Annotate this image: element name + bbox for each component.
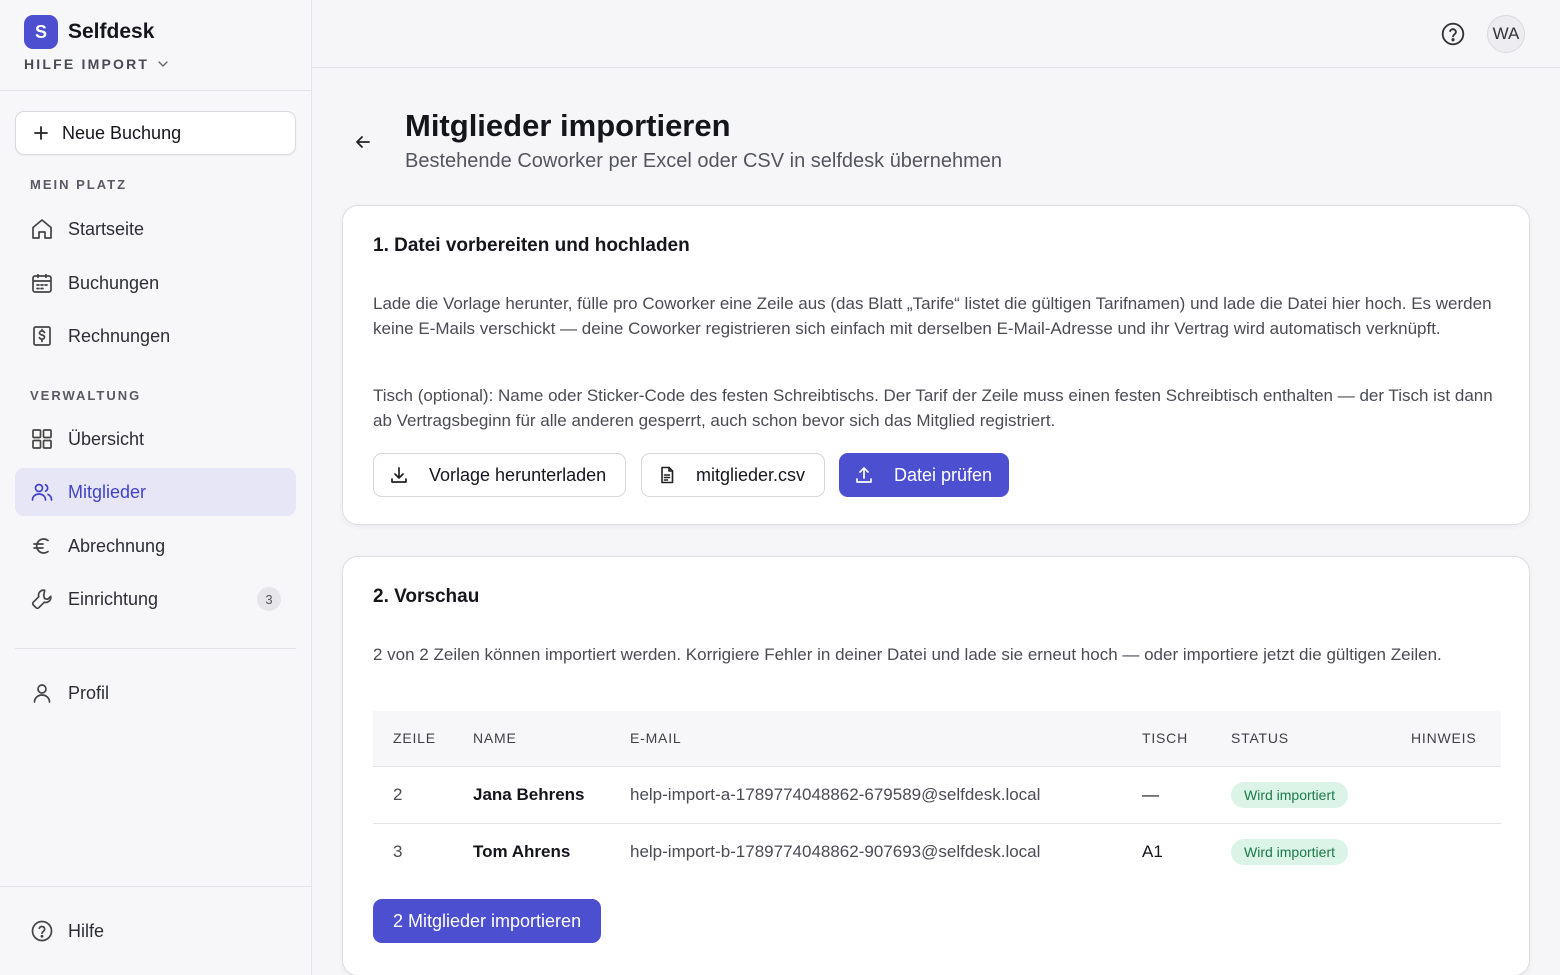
table-row: 2 Jana Behrens help-import-a-17897740488… (373, 765, 1501, 823)
sidebar-item-label: Hilfe (68, 920, 105, 941)
wrench-icon (31, 589, 52, 610)
sidebar-item-einrichtung[interactable]: Einrichtung 3 (15, 575, 296, 623)
column-header-desk: TISCH (1142, 730, 1188, 747)
check-file-button[interactable]: Datei prüfen (839, 453, 1009, 497)
chevron-down-icon (158, 61, 168, 67)
upload-instructions: Lade die Vorlage herunter, fülle pro Cow… (373, 294, 1492, 338)
status-badge: Wird importiert (1231, 838, 1349, 865)
sidebar-item-hilfe[interactable]: Hilfe (15, 907, 296, 955)
count-badge: 3 (257, 587, 281, 611)
user-icon (33, 684, 51, 703)
sidebar: S Selfdesk HILFE IMPORT Neue Buchung MEI… (0, 0, 312, 975)
sidebar-item-label: Buchungen (68, 272, 160, 293)
invoice-icon (33, 326, 51, 346)
member-name: Tom Ahrens (453, 822, 610, 880)
calendar-icon (32, 274, 52, 293)
preview-card-title: 2. Vorschau (373, 586, 480, 607)
member-note (1391, 765, 1501, 823)
sidebar-item-rechnungen[interactable]: Rechnungen (15, 312, 296, 360)
help-icon[interactable] (1440, 21, 1466, 47)
status-cell: Wird importiert (1211, 822, 1391, 880)
member-desk: A1 (1122, 822, 1211, 880)
preview-table: ZEILE NAME E-MAIL TISCH STATUS HINWEIS 2… (373, 711, 1501, 880)
sidebar-item-label: Abrechnung (68, 535, 166, 556)
sidebar-divider (15, 648, 296, 649)
sidebar-item-mitglieder[interactable]: Mitglieder (15, 468, 296, 516)
new-booking-button[interactable]: Neue Buchung (15, 111, 296, 155)
new-booking-label: Neue Buchung (62, 122, 182, 143)
column-header-name: NAME (473, 730, 517, 747)
euro-icon (33, 538, 49, 554)
sidebar-item-startseite[interactable]: Startseite (15, 205, 296, 253)
sidebar-item-buchungen[interactable]: Buchungen (15, 259, 296, 307)
column-header-status: STATUS (1231, 730, 1289, 747)
table-header-row: ZEILE NAME E-MAIL TISCH STATUS HINWEIS (373, 711, 1501, 766)
upload-icon (856, 467, 872, 483)
preview-card: 2. Vorschau 2 von 2 Zeilen können import… (342, 556, 1530, 975)
workspace-switcher[interactable]: HILFE IMPORT (24, 56, 169, 72)
member-desk: — (1122, 765, 1211, 823)
home-icon (32, 219, 52, 239)
member-note (1391, 822, 1501, 880)
member-email: help-import-a-1789774048862-679589@selfd… (610, 765, 1122, 823)
member-name: Jana Behrens (453, 765, 610, 823)
section-label-admin: VERWALTUNG (30, 388, 142, 403)
download-template-button[interactable]: Vorlage herunterladen (373, 453, 626, 497)
table-row: 3 Tom Ahrens help-import-b-1789774048862… (373, 822, 1501, 880)
status-cell: Wird importiert (1211, 765, 1391, 823)
users-icon (31, 483, 53, 501)
sidebar-item-label: Rechnungen (68, 325, 171, 346)
member-email: help-import-b-1789774048862-907693@selfd… (610, 822, 1122, 880)
desk-instructions: Tisch (optional): Name oder Sticker-Code… (373, 386, 1493, 430)
row-number: 2 (373, 765, 453, 823)
sidebar-item-label: Übersicht (68, 428, 145, 449)
brand-name: Selfdesk (68, 20, 155, 43)
download-icon (391, 467, 407, 483)
download-template-label: Vorlage herunterladen (429, 464, 607, 485)
help-icon (31, 920, 53, 942)
topbar (312, 0, 1560, 68)
upload-card-title: 1. Datei vorbereiten und hochladen (373, 235, 690, 256)
file-icon (661, 466, 674, 484)
grid-icon (32, 429, 52, 449)
status-badge: Wird importiert (1231, 781, 1349, 808)
check-file-label: Datei prüfen (894, 464, 993, 485)
sidebar-divider (0, 886, 311, 887)
column-header-row: ZEILE (393, 730, 436, 747)
sidebar-item-label: Profil (68, 682, 110, 703)
row-number: 3 (373, 822, 453, 880)
sidebar-divider (0, 90, 311, 91)
page-title: Mitglieder importieren (405, 108, 731, 143)
brand[interactable]: S Selfdesk (24, 15, 154, 49)
selected-file-button[interactable]: mitglieder.csv (641, 453, 825, 497)
column-header-note: HINWEIS (1411, 730, 1477, 747)
preview-summary: 2 von 2 Zeilen können importiert werden.… (373, 645, 1442, 664)
page-subtitle: Bestehende Coworker per Excel oder CSV i… (405, 150, 1002, 172)
workspace-name: HILFE IMPORT (24, 56, 150, 72)
column-header-email: E-MAIL (630, 730, 682, 747)
brand-logo: S (24, 15, 58, 49)
avatar[interactable]: WA (1487, 15, 1525, 53)
sidebar-item-label: Einrichtung (68, 588, 159, 609)
selected-file-name: mitglieder.csv (696, 464, 806, 485)
import-members-button[interactable]: 2 Mitglieder importieren (373, 899, 602, 943)
plus-icon (34, 126, 48, 140)
sidebar-item-label: Startseite (68, 218, 145, 239)
section-label-my-place: MEIN PLATZ (30, 177, 128, 192)
sidebar-item-label: Mitglieder (68, 481, 147, 502)
back-arrow-icon[interactable] (352, 131, 374, 153)
sidebar-item-abrechnung[interactable]: Abrechnung (15, 522, 296, 570)
sidebar-item-uebersicht[interactable]: Übersicht (15, 415, 296, 463)
upload-card: 1. Datei vorbereiten und hochladen Lade … (342, 205, 1530, 525)
sidebar-item-profil[interactable]: Profil (15, 669, 296, 717)
